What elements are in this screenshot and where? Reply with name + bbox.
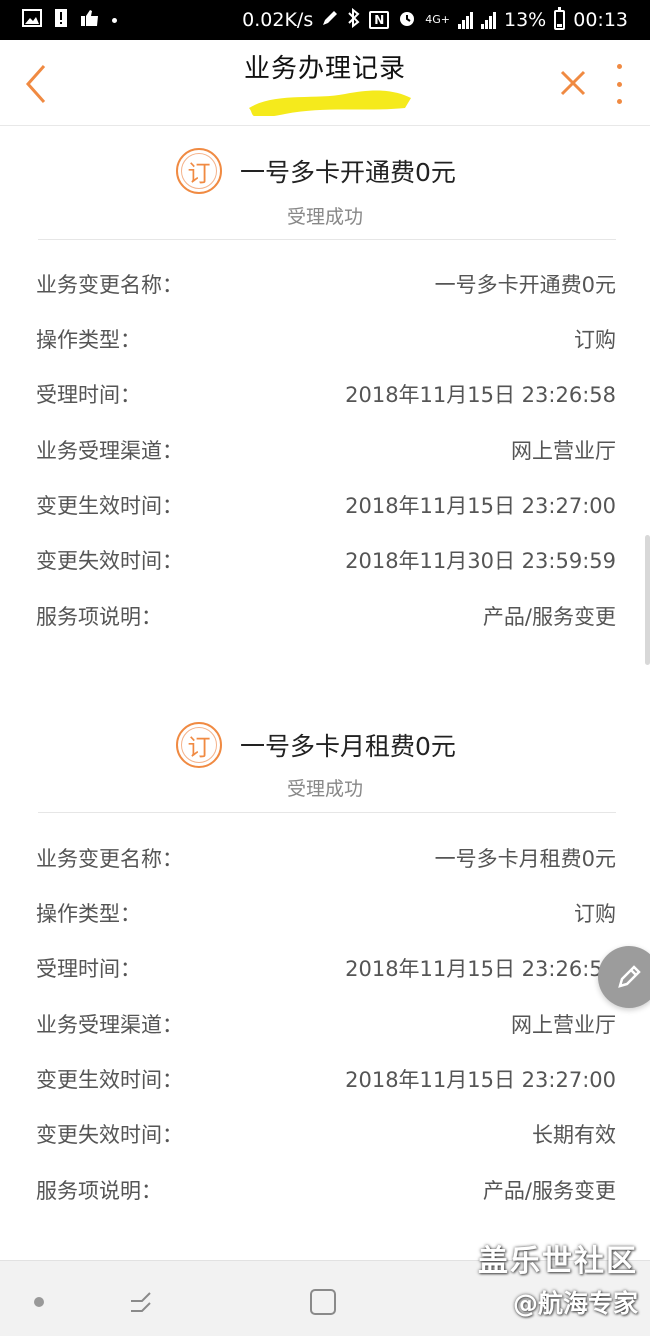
detail-label: 服务项说明： [36,605,162,629]
detail-label: 受理时间： [36,383,141,407]
more-icon-dot [616,64,622,69]
detail-row: 受理时间： 2018年11月15日 23:26:58 [36,376,616,412]
divider [38,239,616,240]
page-title: 业务办理记录 [243,54,406,84]
detail-row: 变更生效时间： 2018年11月15日 23:27:00 [36,1061,616,1097]
detail-value: 订购 [574,902,616,926]
nav-dot-icon[interactable] [34,1297,44,1307]
detail-row: 业务受理渠道： 网上营业厅 [36,432,616,468]
detail-value: 网上营业厅 [511,1013,616,1037]
detail-label: 业务受理渠道： [36,439,183,463]
redacted-phone-number [249,90,411,116]
image-icon [22,9,42,31]
app-header: 业务办理记录 [0,40,650,126]
net-type: 4G+ [425,13,450,26]
status-bar: 0.02K/s N 4G+ 13% 00:13 [0,0,650,40]
detail-label: 业务受理渠道： [36,1013,183,1037]
detail-value: 2018年11月15日 23:27:00 [345,494,616,518]
detail-label: 变更生效时间： [36,1068,183,1092]
signal-icon [458,11,473,29]
detail-label: 变更生效时间： [36,494,183,518]
detail-value: 一号多卡开通费0元 [434,273,616,297]
detail-label: 操作类型： [36,328,141,352]
detail-row: 服务项说明： 产品/服务变更 [36,1172,616,1208]
record-card: 订 一号多卡月租费0元 受理成功 业务变更名称： 一号多卡月租费0元 操作类型：… [0,700,650,1240]
close-icon [560,70,586,96]
status-right-icons: 0.02K/s N 4G+ 13% 00:13 [242,7,628,32]
alarm-icon [397,8,417,32]
detail-row: 操作类型： 订购 [36,895,616,931]
detail-value: 一号多卡月租费0元 [434,847,616,871]
more-icon-dot [616,81,622,87]
signal-icon-2 [481,11,496,29]
nfc-icon: N [369,11,390,29]
pen-icon [321,9,339,31]
detail-value: 产品/服务变更 [482,1179,616,1203]
detail-row: 业务受理渠道： 网上营业厅 [36,1006,616,1042]
record-title: 一号多卡开通费0元 [240,158,456,187]
order-badge-icon: 订 [176,722,222,768]
clock: 00:13 [573,9,628,31]
detail-label: 业务变更名称： [36,273,183,297]
detail-label: 受理时间： [36,957,141,981]
record-card: 订 一号多卡开通费0元 受理成功 业务变更名称： 一号多卡开通费0元 操作类型：… [0,126,650,686]
detail-value: 订购 [574,328,616,352]
scrollbar[interactable] [645,535,650,665]
bluetooth-icon [347,7,361,32]
recent-apps-button[interactable] [128,1289,156,1317]
record-status: 受理成功 [286,206,363,228]
record-status: 受理成功 [286,778,363,800]
detail-row: 变更失效时间： 长期有效 [36,1116,616,1152]
recent-apps-icon [131,1292,151,1312]
detail-row: 变更失效时间： 2018年11月30日 23:59:59 [36,542,616,578]
status-left-icons [22,8,117,32]
divider [38,812,616,813]
watermark-title: 盖乐世社区 [478,1244,638,1279]
home-button[interactable] [310,1289,336,1315]
alert-icon [54,8,68,32]
detail-row: 操作类型： 订购 [36,321,616,357]
detail-value: 2018年11月30日 23:59:59 [345,549,616,573]
detail-value: 网上营业厅 [511,439,616,463]
thumbs-up-icon [80,9,100,31]
detail-value: 2018年11月15日 23:26:58 [345,957,616,981]
detail-value: 产品/服务变更 [482,605,616,629]
more-button[interactable] [612,64,626,104]
order-badge-icon: 订 [176,148,222,194]
detail-row: 变更生效时间： 2018年11月15日 23:27:00 [36,487,616,523]
battery-icon [554,7,566,30]
detail-value: 2018年11月15日 23:27:00 [345,1068,616,1092]
battery-percent: 13% [504,9,547,31]
detail-value: 2018年11月15日 23:26:58 [345,383,616,407]
net-speed: 0.02K/s [242,9,314,31]
detail-row: 受理时间： 2018年11月15日 23:26:58 [36,950,616,986]
more-icon-dot [616,99,622,104]
notification-dot-icon [112,17,117,23]
detail-label: 服务项说明： [36,1179,162,1203]
edit-icon [618,965,641,988]
detail-value: 长期有效 [532,1123,616,1147]
detail-row: 服务项说明： 产品/服务变更 [36,598,616,634]
detail-label: 业务变更名称： [36,847,183,871]
record-title: 一号多卡月租费0元 [240,732,456,761]
detail-label: 操作类型： [36,902,141,926]
detail-row: 业务变更名称： 一号多卡开通费0元 [36,266,616,302]
detail-label: 变更失效时间： [36,549,183,573]
watermark-author: @航海专家 [512,1289,638,1318]
close-button[interactable] [558,68,588,98]
detail-label: 变更失效时间： [36,1123,183,1147]
detail-row: 业务变更名称： 一号多卡月租费0元 [36,840,616,876]
